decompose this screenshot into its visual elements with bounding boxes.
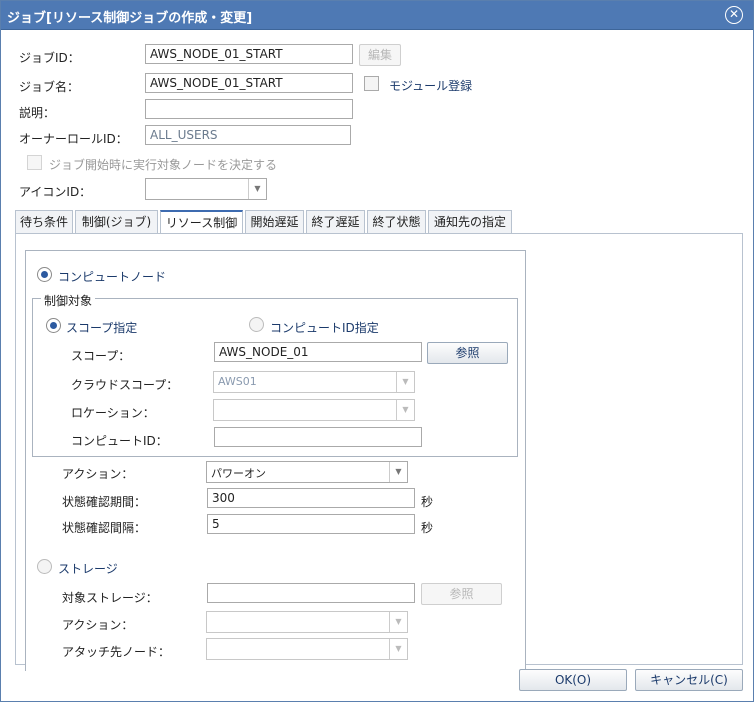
cloud-scope-value: AWS01 [218, 375, 257, 388]
storage-label: ストレージ [58, 562, 118, 576]
cloud-scope-select[interactable]: AWS01 ▼ [213, 371, 415, 393]
decide-node-checkbox[interactable] [27, 155, 42, 170]
scope-radio[interactable] [46, 318, 61, 333]
chevron-down-icon: ▼ [396, 372, 414, 392]
check-interval-input[interactable]: 5 [207, 514, 415, 534]
location-select[interactable]: ▼ [213, 399, 415, 421]
job-dialog: ジョブ[リソース制御ジョブの作成・変更] ✕ ジョブID： AWS_NODE_0… [0, 0, 754, 702]
cloud-scope-label: クラウドスコープ： [71, 378, 179, 392]
check-interval-unit: 秒 [421, 521, 434, 535]
compute-node-radio[interactable] [37, 267, 52, 282]
tab-control-job[interactable]: 制御(ジョブ) [75, 210, 158, 233]
owner-role-input[interactable]: ALL_USERS [145, 125, 351, 145]
chevron-down-icon: ▼ [248, 179, 266, 199]
edit-button[interactable]: 編集 [359, 44, 401, 66]
title-bar: ジョブ[リソース制御ジョブの作成・変更] ✕ [1, 1, 753, 30]
chevron-down-icon: ▼ [396, 400, 414, 420]
icon-id-label: アイコンID： [19, 185, 92, 199]
window-title: ジョブ[リソース制御ジョブの作成・変更] [7, 11, 253, 26]
job-id-label: ジョブID： [19, 51, 80, 65]
job-name-input[interactable]: AWS_NODE_01_START [145, 73, 353, 93]
action-select[interactable]: パワーオン ▼ [206, 461, 408, 483]
scope-label: スコープ： [71, 349, 131, 363]
module-label: モジュール登録 [389, 79, 473, 93]
check-period-label: 状態確認期間： [62, 495, 147, 509]
tab-start-delay[interactable]: 開始遅延 [245, 210, 304, 233]
storage-browse-button[interactable]: 参照 [421, 583, 502, 605]
target-group-legend: 制御対象 [41, 292, 96, 309]
check-period-unit: 秒 [421, 495, 434, 509]
action-label: アクション： [62, 467, 134, 481]
compute-id-label: コンピュートID： [71, 434, 168, 448]
check-interval-label: 状態確認間隔： [62, 521, 147, 535]
storage-action-label: アクション： [62, 618, 134, 632]
attach-node-label: アタッチ先ノード： [62, 645, 171, 659]
target-storage-input[interactable] [207, 583, 415, 603]
compute-id-radio[interactable] [249, 317, 264, 332]
scope-radio-label: スコープ指定 [66, 321, 138, 335]
tab-end-status[interactable]: 終了状態 [367, 210, 426, 233]
owner-role-label: オーナーロールID： [19, 132, 128, 146]
location-label: ロケーション： [71, 406, 155, 420]
compute-id-radio-label: コンピュートID指定 [270, 321, 379, 335]
description-input[interactable] [145, 99, 353, 119]
job-id-input[interactable]: AWS_NODE_01_START [145, 44, 353, 64]
compute-id-input[interactable] [214, 427, 422, 447]
module-checkbox[interactable] [364, 76, 379, 91]
close-icon[interactable]: ✕ [725, 6, 743, 24]
compute-node-label: コンピュートノード [58, 270, 167, 284]
description-label: 説明： [19, 106, 56, 120]
action-value: パワーオン [211, 467, 266, 480]
chevron-down-icon: ▼ [389, 639, 407, 659]
tab-end-delay[interactable]: 終了遅延 [306, 210, 365, 233]
tab-notification[interactable]: 通知先の指定 [428, 210, 512, 233]
chevron-down-icon: ▼ [389, 612, 407, 632]
chevron-down-icon: ▼ [389, 462, 407, 482]
attach-node-select[interactable]: ▼ [206, 638, 408, 660]
check-period-input[interactable]: 300 [207, 488, 415, 508]
tab-wait-condition[interactable]: 待ち条件 [15, 210, 73, 233]
scope-browse-button[interactable]: 参照 [427, 342, 508, 364]
scope-input[interactable]: AWS_NODE_01 [214, 342, 422, 362]
decide-node-label: ジョブ開始時に実行対象ノードを決定する [49, 158, 278, 172]
job-name-label: ジョブ名： [19, 80, 80, 94]
storage-action-select[interactable]: ▼ [206, 611, 408, 633]
tab-resource-control[interactable]: リソース制御 [160, 210, 243, 234]
cancel-button[interactable]: キャンセル(C) [635, 669, 743, 691]
icon-id-select[interactable]: ▼ [145, 178, 267, 200]
ok-button[interactable]: OK(O) [519, 669, 627, 691]
target-storage-label: 対象ストレージ： [62, 591, 158, 605]
storage-radio[interactable] [37, 559, 52, 574]
